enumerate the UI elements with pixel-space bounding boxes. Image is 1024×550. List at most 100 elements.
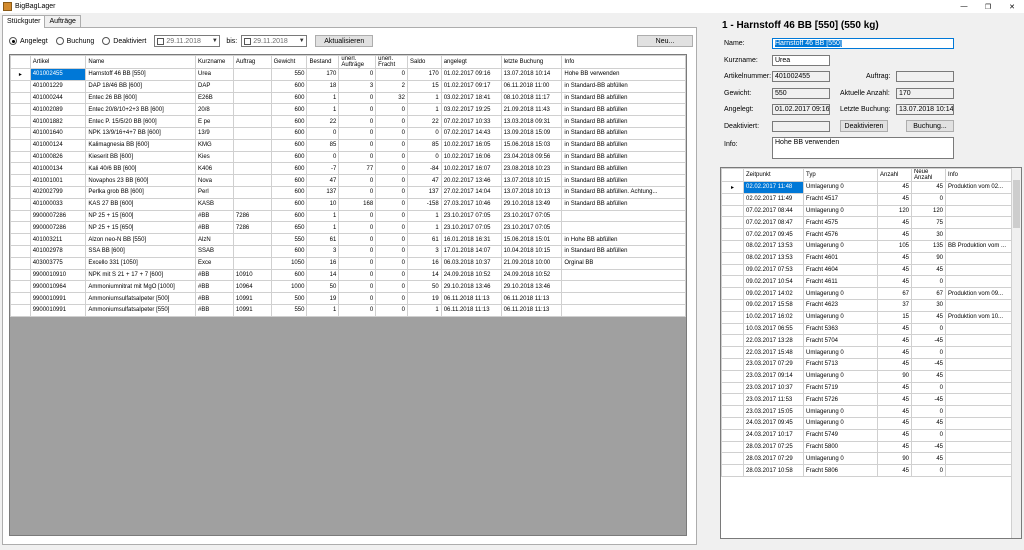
row-header[interactable] bbox=[10, 233, 31, 246]
table-cell[interactable]: 67 bbox=[911, 287, 946, 300]
table-row[interactable]: 401001640 NPK 13/9/16+4+7 BB [600] 13/9 600… bbox=[10, 126, 686, 140]
table-cell[interactable]: 23.10.2017 07:05 bbox=[440, 221, 502, 235]
table-cell[interactable]: 168 bbox=[338, 197, 377, 211]
table-cell[interactable] bbox=[945, 263, 1014, 277]
table-cell[interactable]: 550 bbox=[270, 68, 308, 81]
table-cell[interactable]: Fracht 5363 bbox=[803, 322, 878, 336]
table-cell[interactable]: 24.09.2018 10:52 bbox=[500, 268, 563, 282]
table-cell[interactable]: 45 bbox=[877, 428, 912, 442]
table-cell[interactable]: 9900010910 bbox=[29, 268, 87, 282]
table-cell[interactable]: 0 bbox=[338, 103, 377, 117]
table-cell[interactable]: 0 bbox=[306, 150, 340, 164]
column-header[interactable]: Auftrag bbox=[232, 55, 272, 69]
table-cell[interactable]: 0 bbox=[338, 292, 377, 305]
table-cell[interactable]: 27.03.2017 10:46 bbox=[440, 197, 502, 211]
table-cell[interactable]: in Standard BB abfüllen bbox=[561, 150, 686, 164]
row-header[interactable] bbox=[721, 298, 744, 312]
table-cell[interactable] bbox=[561, 221, 686, 235]
table-cell[interactable]: 45 bbox=[877, 357, 912, 371]
table-row[interactable]: 401000033 KAS 27 BB [600] KASB 600 10 168 0 -15… bbox=[10, 197, 686, 211]
table-cell[interactable]: 9900007286 bbox=[29, 221, 87, 235]
table-cell[interactable]: 1 bbox=[406, 209, 442, 223]
table-cell[interactable]: 0 bbox=[375, 197, 408, 211]
table-cell[interactable]: 21.09.2018 10:00 bbox=[500, 256, 563, 270]
table-cell[interactable]: 1 bbox=[406, 91, 442, 105]
table-cell[interactable]: 45 bbox=[911, 263, 946, 277]
table-cell[interactable]: 0 bbox=[338, 150, 377, 164]
table-row[interactable]: 401000134 Kali 40/6 BB [600] K406 600 -7 77 0-… bbox=[10, 162, 686, 176]
table-cell[interactable]: 06.11.2018 11:00 bbox=[500, 79, 563, 93]
table-cell[interactable]: 600 bbox=[270, 244, 308, 258]
current-row-arrow-icon[interactable]: ▸ bbox=[10, 68, 31, 81]
table-cell[interactable]: 0 bbox=[375, 221, 408, 235]
table-row[interactable]: 9900010991 Ammoniumsulfatsalpeter [550] #B… bbox=[10, 303, 686, 317]
row-header[interactable] bbox=[721, 357, 744, 371]
table-cell[interactable]: 9900010991 bbox=[29, 292, 87, 305]
row-header[interactable] bbox=[721, 346, 744, 359]
table-cell[interactable]: in Standard BB abfüllen bbox=[561, 197, 686, 211]
table-cell[interactable]: Urea bbox=[195, 68, 234, 81]
table-cell[interactable]: 22.03.2017 13:28 bbox=[743, 334, 804, 348]
table-cell[interactable]: NPK 13/9/16+4+7 BB [600] bbox=[85, 126, 197, 140]
table-cell[interactable]: Harnstoff 46 BB [550] bbox=[85, 68, 197, 81]
table-cell[interactable]: NPK mit S 21 + 17 + 7 [600] bbox=[85, 268, 197, 282]
table-cell[interactable]: 16 bbox=[406, 256, 442, 270]
table-cell[interactable]: -45 bbox=[911, 334, 946, 348]
table-cell[interactable]: 3 bbox=[338, 79, 377, 93]
column-header[interactable]: unerl. Fracht bbox=[375, 55, 408, 69]
table-cell[interactable]: 47 bbox=[306, 174, 340, 187]
row-header[interactable] bbox=[10, 103, 31, 117]
deaktivieren-button[interactable]: Deaktivieren bbox=[840, 120, 888, 132]
table-cell[interactable] bbox=[561, 268, 686, 282]
table-cell[interactable] bbox=[232, 68, 272, 81]
table-cell[interactable]: Produktion vom 02... bbox=[945, 181, 1014, 194]
tab-stueckgueter[interactable]: Stückguter bbox=[2, 15, 46, 28]
table-cell[interactable]: 45 bbox=[877, 405, 912, 418]
table-cell[interactable]: -158 bbox=[406, 197, 442, 211]
table-cell[interactable]: in Standard BB abfüllen bbox=[561, 115, 686, 128]
table-cell[interactable] bbox=[232, 162, 272, 176]
table-cell[interactable]: 2 bbox=[375, 79, 408, 93]
table-cell[interactable]: 1 bbox=[406, 103, 442, 117]
table-cell[interactable]: 0 bbox=[911, 381, 946, 395]
table-cell[interactable]: 170 bbox=[306, 68, 340, 81]
table-cell[interactable]: 0 bbox=[338, 256, 377, 270]
table-cell[interactable]: 0 bbox=[375, 150, 408, 164]
table-cell[interactable]: 10.02.2017 16:07 bbox=[440, 162, 502, 176]
table-cell[interactable]: 401003211 bbox=[29, 233, 87, 246]
table-cell[interactable]: 13.09.2018 15:09 bbox=[500, 126, 563, 140]
table-cell[interactable]: 06.03.2018 10:37 bbox=[440, 256, 502, 270]
table-cell[interactable]: 600 bbox=[270, 103, 308, 117]
table-row[interactable]: 24.03.2017 10:17 Fracht 5749 45 0 bbox=[721, 428, 1014, 442]
column-header[interactable]: Neue Anzahl bbox=[911, 168, 946, 182]
table-cell[interactable]: 23.08.2018 10:23 bbox=[500, 162, 563, 176]
table-cell[interactable]: 0 bbox=[911, 346, 946, 359]
column-header[interactable]: letzte Buchung bbox=[500, 55, 563, 69]
table-cell[interactable]: Perlka grob BB [600] bbox=[85, 185, 197, 199]
table-cell[interactable]: 1 bbox=[406, 303, 442, 317]
table-cell[interactable]: 08.02.2017 13:53 bbox=[743, 251, 804, 265]
table-cell[interactable]: DAP 18/46 BB [600] bbox=[85, 79, 197, 93]
table-cell[interactable]: NP 25 + 15 [600] bbox=[85, 209, 197, 223]
table-cell[interactable]: Umlagerung 0 bbox=[803, 204, 878, 218]
table-row[interactable]: 09.02.2017 10:54 Fracht 4611 45 0 bbox=[721, 275, 1014, 289]
table-cell[interactable]: 30 bbox=[911, 298, 946, 312]
table-row[interactable]: 07.02.2017 08:47 Fracht 4575 45 75 bbox=[721, 216, 1014, 230]
table-cell[interactable]: Kieserit BB [600] bbox=[85, 150, 197, 164]
table-cell[interactable]: 0 bbox=[338, 209, 377, 223]
table-row[interactable]: 07.02.2017 08:44 Umlagerung 0 120 120 bbox=[721, 204, 1014, 218]
table-cell[interactable]: in Standard BB abfüllen bbox=[561, 244, 686, 258]
row-header[interactable] bbox=[10, 138, 31, 152]
table-cell[interactable]: 120 bbox=[877, 204, 912, 218]
table-cell[interactable]: 401000033 bbox=[29, 197, 87, 211]
row-header[interactable] bbox=[10, 292, 31, 305]
table-cell[interactable]: 09.02.2017 15:58 bbox=[743, 298, 804, 312]
table-cell[interactable] bbox=[945, 393, 1014, 407]
table-cell[interactable]: 600 bbox=[270, 209, 308, 223]
row-header[interactable] bbox=[721, 204, 744, 218]
row-header[interactable] bbox=[721, 239, 744, 253]
table-cell[interactable]: 0 bbox=[375, 126, 408, 140]
tab-auftraege[interactable]: Aufträge bbox=[44, 15, 81, 27]
row-header[interactable] bbox=[721, 381, 744, 395]
table-cell[interactable]: 600 bbox=[270, 185, 308, 199]
